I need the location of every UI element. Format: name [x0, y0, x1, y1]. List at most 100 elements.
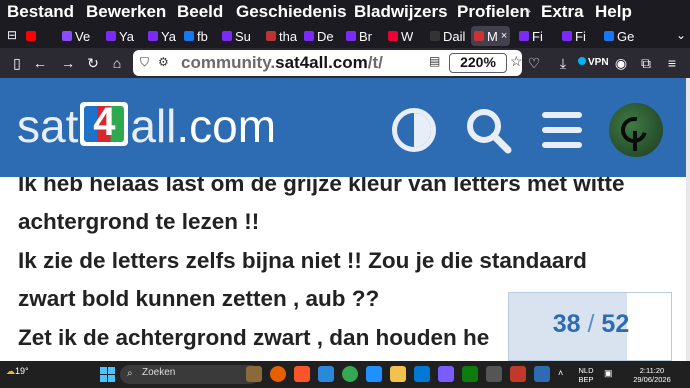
- hamburger-menu-icon[interactable]: [540, 110, 584, 150]
- forward-icon[interactable]: →: [59, 54, 77, 72]
- menu-bestand[interactable]: Bestand: [7, 1, 74, 23]
- tab-list-icon[interactable]: ⊟: [3, 26, 21, 44]
- save-pocket-icon[interactable]: ♡: [525, 54, 543, 72]
- firefox-icon[interactable]: [270, 366, 286, 382]
- browser-tab[interactable]: Su: [222, 26, 251, 46]
- lang-top: NLD: [578, 366, 594, 375]
- tab-favicon-icon: [604, 31, 614, 41]
- topic-progress[interactable]: 38 / 52: [508, 292, 672, 361]
- browser-tab[interactable]: Ve: [62, 26, 90, 46]
- store-icon[interactable]: [414, 366, 430, 382]
- menu-geschiedenis[interactable]: Geschiedenis: [236, 1, 347, 23]
- topic-progress-label: 38 / 52: [509, 310, 673, 339]
- tracking-shield-icon[interactable]: ⛉: [140, 55, 149, 70]
- site-logo[interactable]: sat 4 all.com: [17, 98, 276, 154]
- menu-help[interactable]: Help: [595, 1, 632, 23]
- tab-favicon-icon: [26, 31, 36, 41]
- settings-app-icon[interactable]: [486, 366, 502, 382]
- tray-overflow-icon[interactable]: ˄: [558, 368, 563, 378]
- post-line: Zet ik de achtergrond zwart , dan houden…: [18, 325, 490, 350]
- app-menu-icon[interactable]: ≡: [663, 54, 681, 72]
- tab-close-icon[interactable]: ×: [501, 30, 507, 42]
- logo-tld: .com: [176, 100, 277, 152]
- taskbar-search-icon: ⌕: [127, 368, 133, 379]
- tab-favicon-icon: [184, 31, 194, 41]
- browser-tab[interactable]: fb: [184, 26, 208, 46]
- clock[interactable]: 2:11:20 29/06/2026: [626, 366, 678, 384]
- profile-icon[interactable]: ◉: [612, 54, 630, 72]
- menu-bewerken[interactable]: Bewerken: [86, 1, 166, 23]
- reader-view-icon[interactable]: ▤: [429, 54, 440, 68]
- post-line: Ik zie de letters zelfs bijna niet !! Zo…: [18, 248, 587, 273]
- app-icon-dark-blue[interactable]: [534, 366, 550, 382]
- progress-current: 38: [552, 310, 581, 338]
- tab-favicon-icon: [519, 31, 529, 41]
- zoom-level-badge[interactable]: 220%: [449, 53, 507, 73]
- search-icon[interactable]: [464, 106, 512, 154]
- url-text[interactable]: community.sat4all.com/t/: [181, 53, 439, 73]
- vpn-button[interactable]: VPN: [578, 57, 609, 68]
- lang-bottom: BEP: [578, 375, 594, 384]
- tab-favicon-icon: [388, 31, 398, 41]
- windows-start-icon[interactable]: [100, 367, 115, 382]
- brave-icon[interactable]: [294, 366, 310, 382]
- taskbar-search-placeholder: Zoeken: [142, 367, 176, 378]
- download-icon[interactable]: ⤓: [554, 54, 572, 72]
- tab-favicon-icon: [346, 31, 356, 41]
- tab-favicon-icon: [266, 31, 276, 41]
- url-suffix: /t/: [367, 53, 383, 72]
- extensions-icon[interactable]: ⧉: [637, 54, 655, 72]
- tab-overflow-icon[interactable]: ⌄: [672, 26, 690, 44]
- reload-icon[interactable]: ↻: [84, 54, 102, 72]
- bookmark-star-icon[interactable]: ☆: [510, 53, 523, 70]
- page-scrollbar[interactable]: [686, 78, 690, 361]
- menu-beeld[interactable]: Beeld: [177, 1, 223, 23]
- browser-tab[interactable]: Br: [346, 26, 372, 46]
- vpn-label: VPN: [588, 57, 609, 68]
- network-icon[interactable]: ▣: [604, 368, 613, 379]
- app-icon-blue[interactable]: [366, 366, 382, 382]
- app-icon-purple[interactable]: [438, 366, 454, 382]
- tab-label: fb: [197, 28, 208, 44]
- browser-tab[interactable]: [26, 26, 39, 46]
- site-info-icon[interactable]: ⚙: [158, 55, 169, 69]
- weather-widget[interactable]: ☁19°: [6, 366, 29, 377]
- browser-tab[interactable]: Ya: [106, 26, 134, 46]
- browser-tab[interactable]: De: [304, 26, 334, 46]
- chrome-icon[interactable]: [342, 366, 358, 382]
- file-explorer-icon[interactable]: [390, 366, 406, 382]
- browser-tab[interactable]: W: [388, 26, 413, 46]
- browser-tab[interactable]: Fi: [562, 26, 586, 46]
- home-icon[interactable]: ⌂: [108, 54, 126, 72]
- browser-tab[interactable]: Fi: [519, 26, 543, 46]
- tab-active[interactable]: M ×: [471, 26, 511, 46]
- menu-bar: Bestand Bewerken Beeld Geschiedenis Blad…: [0, 0, 690, 24]
- tab-label: Br: [359, 28, 372, 44]
- tab-favicon-icon: [562, 31, 572, 41]
- browser-tab[interactable]: tha: [266, 26, 297, 46]
- tab-label: Ya: [119, 28, 134, 44]
- taskbar-search[interactable]: ⌕ Zoeken: [120, 365, 260, 384]
- tab-favicon-icon: [106, 31, 116, 41]
- cursor-icon: ⌖: [525, 6, 532, 18]
- taskview-icon[interactable]: [246, 366, 262, 382]
- back-icon[interactable]: ←: [31, 54, 49, 72]
- app-icon-red[interactable]: [510, 366, 526, 382]
- user-avatar[interactable]: [609, 103, 663, 157]
- menu-bladwijzers[interactable]: Bladwijzers: [354, 1, 448, 23]
- tab-label: W: [401, 28, 414, 44]
- site-header: sat 4 all.com: [0, 78, 686, 177]
- app-icon-green[interactable]: [462, 366, 478, 382]
- browser-tab[interactable]: Ge: [604, 26, 634, 46]
- tab-label: Ya: [161, 28, 176, 44]
- menu-extra[interactable]: Extra: [541, 1, 584, 23]
- tab-favicon-icon: [222, 31, 232, 41]
- browser-tab[interactable]: Ya: [148, 26, 176, 46]
- theme-toggle-icon[interactable]: [392, 108, 436, 152]
- address-bar[interactable]: ⛉ ⚙ community.sat4all.com/t/ ▤ 220% ☆: [133, 50, 523, 76]
- menu-profielen[interactable]: Profielen: [457, 1, 530, 23]
- edge-icon[interactable]: [318, 366, 334, 382]
- sidebar-icon[interactable]: ▯: [8, 54, 26, 72]
- language-indicator[interactable]: NLD BEP: [574, 366, 598, 384]
- browser-tab[interactable]: Dail: [430, 26, 465, 46]
